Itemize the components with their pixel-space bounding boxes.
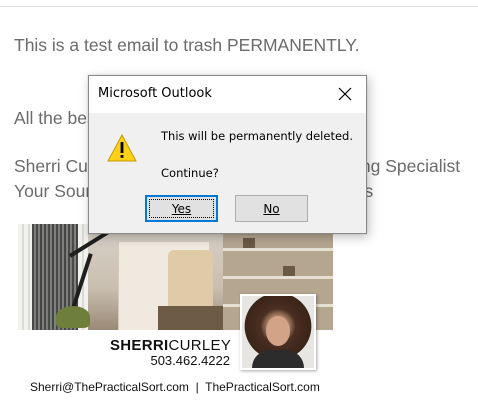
signature-phone: 503.462.4222 <box>150 353 230 368</box>
dialog-title: Microsoft Outlook <box>98 86 212 101</box>
signature-name-first: SHERRI <box>110 337 169 354</box>
dialog-titlebar[interactable]: Microsoft Outlook <box>89 76 366 113</box>
delete-confirm-dialog: Microsoft Outlook This will be permanent… <box>88 75 367 234</box>
dialog-body: This will be permanently deleted. Contin… <box>89 113 366 187</box>
signature-contact-line: Sherri@ThePracticalSort.com | ThePractic… <box>30 380 320 394</box>
email-body-text: This is a test email to trash PERMANENTL… <box>14 35 360 55</box>
warning-icon <box>107 134 137 162</box>
no-button[interactable]: No <box>235 195 308 222</box>
close-button[interactable] <box>330 81 360 107</box>
signature-name-last: CURLEY <box>168 337 232 354</box>
dialog-question: Continue? <box>161 166 219 180</box>
dialog-message: This will be permanently deleted. <box>161 129 353 143</box>
header-divider <box>0 6 478 7</box>
yes-button[interactable]: Yes <box>145 195 218 222</box>
yes-button-label: Yes <box>171 201 192 216</box>
no-button-label: No <box>263 201 280 216</box>
dialog-footer: Yes No <box>89 187 366 233</box>
signature-name: SHERRICURLEY <box>110 337 232 354</box>
signature-headshot <box>240 294 316 370</box>
close-icon <box>338 87 352 101</box>
